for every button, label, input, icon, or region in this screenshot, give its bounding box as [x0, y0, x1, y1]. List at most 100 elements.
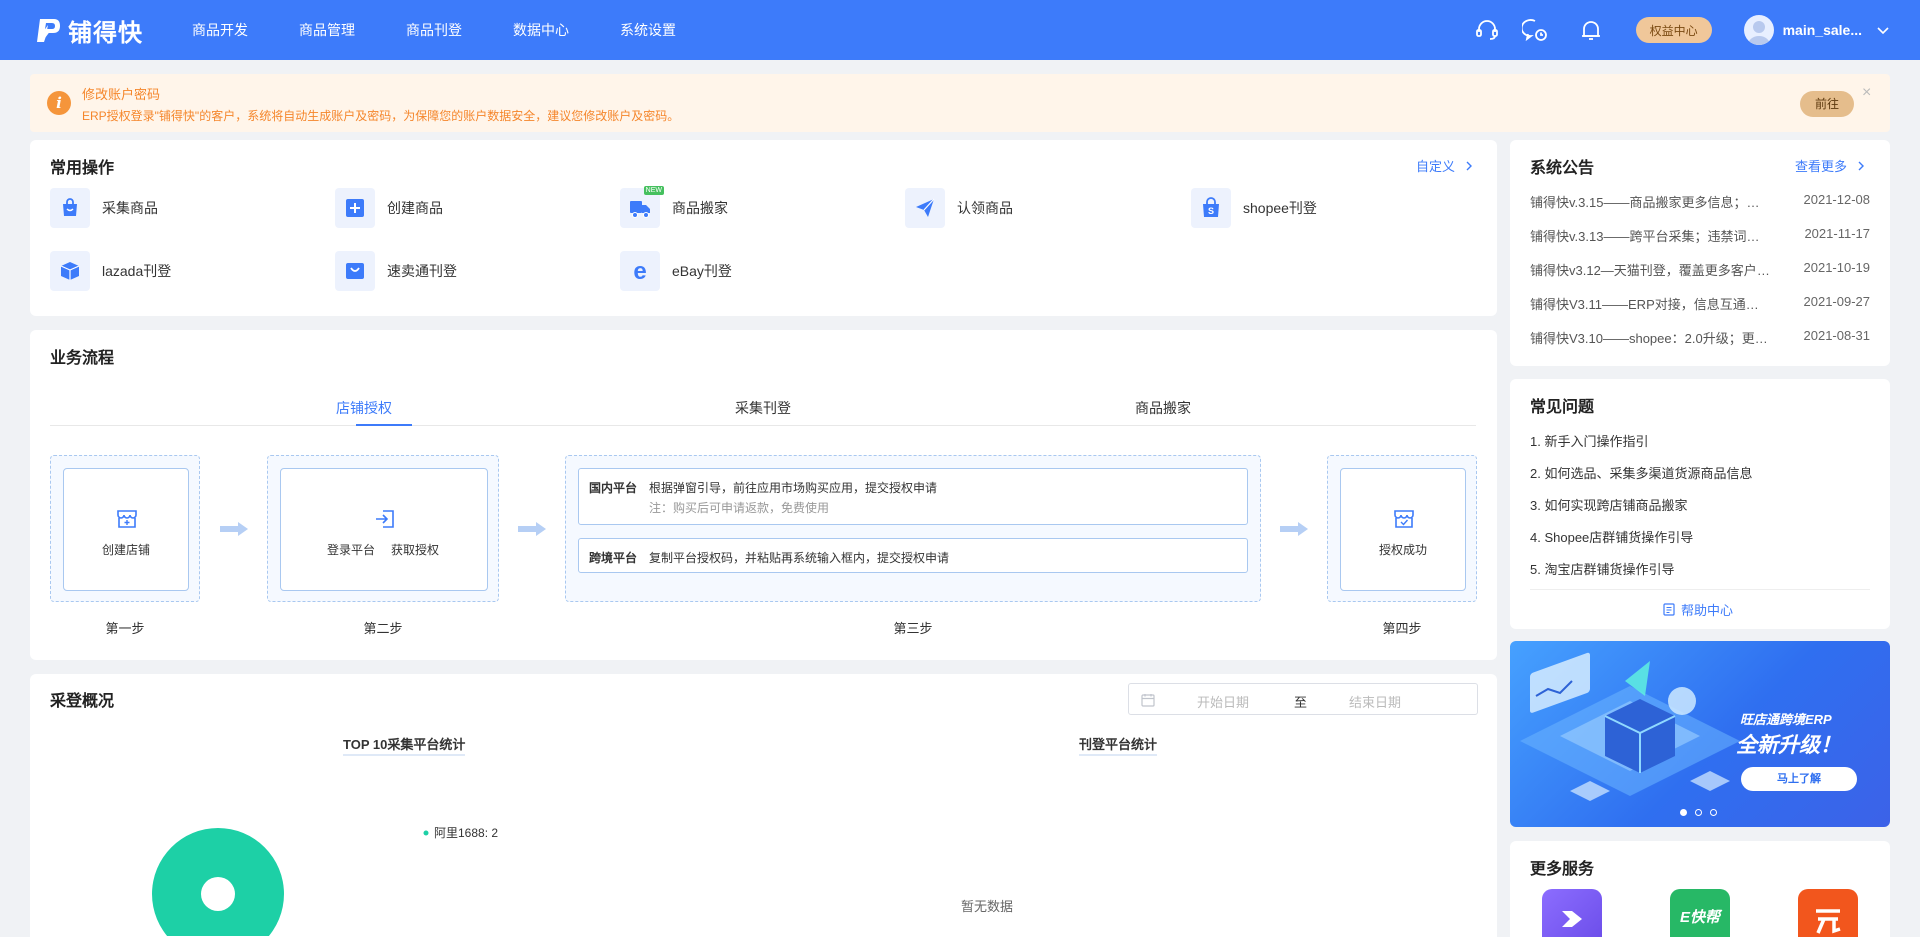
op-label: 商品搬家 — [672, 200, 728, 216]
headset-icon[interactable] — [1474, 17, 1500, 43]
announcement-text: 铺得快V3.11——ERP对接，信息互通更便捷 — [1530, 297, 1770, 312]
pie-slice[interactable] — [152, 828, 284, 936]
nav-item-product-listing[interactable]: 商品刊登 — [406, 20, 462, 40]
faq-card: 常见问题 1. 新手入门操作指引 2. 如何选品、采集多渠道货源商品信息 3. … — [1510, 379, 1890, 629]
business-flow-card: 业务流程 店铺授权 采集刊登 商品搬家 创建店铺 第一步 登录平台 获取授权 第… — [30, 330, 1497, 660]
header-actions: 权益中心 main_sale... — [1474, 0, 1920, 60]
ebay-icon: e — [620, 251, 660, 291]
faq-item[interactable]: 5. 淘宝店群铺货操作引导 — [1530, 559, 1674, 578]
step-4-box: 授权成功 — [1327, 455, 1477, 602]
announcement-date: 2021-12-08 — [1803, 192, 1871, 207]
end-date-input[interactable]: 结束日期 — [1349, 692, 1401, 711]
announcement-item[interactable]: 铺得快v.3.15——商品搬家更多信息；亚马逊新增采集 2021-12-08 — [1530, 192, 1870, 211]
main-nav: 商品开发 商品管理 商品刊登 数据中心 系统设置 — [192, 20, 727, 40]
faq-item[interactable]: 3. 如何实现跨店铺商品搬家 — [1530, 495, 1687, 514]
op-label: 认领商品 — [957, 200, 1013, 216]
store-icon — [117, 510, 137, 528]
arrow-right-icon — [1280, 522, 1308, 536]
promo-banner[interactable]: 旺店通跨境ERP 全新升级！ 马上了解 — [1510, 641, 1890, 827]
username[interactable]: main_sale... — [1783, 22, 1862, 38]
faq-item[interactable]: 2. 如何选品、采集多渠道货源商品信息 — [1530, 463, 1752, 482]
flow-tabs: 店铺授权 采集刊登 商品搬家 — [50, 386, 1476, 426]
service-3-icon[interactable] — [1798, 889, 1858, 937]
legend-marker — [423, 830, 429, 836]
calendar-icon — [1141, 694, 1155, 707]
announcement-text: 铺得快v.3.15——商品搬家更多信息；亚马逊新增采集 — [1530, 195, 1770, 210]
step-1-box: 创建店铺 — [50, 455, 200, 602]
step-2-text-auth: 获取授权 — [391, 543, 440, 557]
op-collect-product[interactable]: 采集商品 — [50, 188, 158, 228]
op-lazada-listing[interactable]: lazada刊登 — [50, 251, 171, 291]
cross-platform-desc: 复制平台授权码，并粘贴再系统输入框内，提交授权申请 — [649, 551, 950, 565]
announcement-item[interactable]: 铺得快V3.10——shopee：2.0升级；更多功能 2021-08-31 — [1530, 328, 1870, 347]
nav-item-data-center[interactable]: 数据中心 — [513, 20, 569, 40]
domestic-platform-row[interactable]: 国内平台 根据弹窗引导，前往应用市场购买应用，提交授权申请 注：购买后可申请返款… — [578, 468, 1248, 525]
faq-title: 常见问题 — [1530, 399, 1595, 416]
op-ebay-listing[interactable]: e eBay刊登 — [620, 251, 732, 291]
nav-item-product-dev[interactable]: 商品开发 — [192, 20, 248, 40]
shopee-icon: S — [1191, 188, 1231, 228]
carousel-dot-3[interactable] — [1710, 809, 1717, 816]
nav-item-product-manage[interactable]: 商品管理 — [299, 20, 355, 40]
service-1-icon[interactable] — [1542, 889, 1602, 937]
brand-logo[interactable]: 铺得快 — [34, 13, 192, 48]
start-date-input[interactable]: 开始日期 — [1197, 692, 1249, 711]
step-4-inner[interactable]: 授权成功 — [1340, 468, 1466, 591]
announcements-card: 系统公告 查看更多 铺得快v.3.15——商品搬家更多信息；亚马逊新增采集 202… — [1510, 140, 1890, 366]
faq-item[interactable]: 4. Shopee店群铺货操作引导 — [1530, 527, 1693, 546]
op-move-product[interactable]: NEW 商品搬家 — [620, 186, 728, 228]
date-range-picker[interactable]: 开始日期 至 结束日期 — [1128, 683, 1478, 715]
tab-store-auth[interactable]: 店铺授权 — [336, 398, 392, 418]
notice-go-button[interactable]: 前往 — [1800, 91, 1854, 117]
chevron-down-icon[interactable] — [1876, 25, 1890, 35]
avatar[interactable] — [1743, 15, 1774, 45]
truck-icon: NEW — [620, 186, 664, 228]
announcement-item[interactable]: 铺得快V3.11——ERP对接，信息互通更便捷 2021-09-27 — [1530, 294, 1870, 313]
step-1-inner[interactable]: 创建店铺 — [63, 468, 189, 591]
faq-divider — [1530, 589, 1870, 590]
new-badge: NEW — [643, 186, 664, 195]
step-2-inner[interactable]: 登录平台 获取授权 — [280, 468, 488, 591]
customize-link[interactable]: 自定义 — [1416, 156, 1473, 175]
customize-label: 自定义 — [1416, 159, 1456, 174]
user-icon — [1747, 21, 1770, 45]
paper-plane-icon — [905, 188, 945, 228]
common-ops-card: 常用操作 自定义 采集商品 创建商品 NEW 商品搬家 认领商品 S shope… — [30, 140, 1497, 316]
op-create-product[interactable]: 创建商品 — [335, 188, 443, 228]
banner-learn-more-button[interactable]: 马上了解 — [1741, 767, 1857, 791]
legend-label[interactable]: 阿里1688: 2 — [434, 826, 498, 840]
arrow-right-icon — [220, 522, 248, 536]
tab-product-move[interactable]: 商品搬家 — [1135, 398, 1191, 418]
view-more-link[interactable]: 查看更多 — [1795, 156, 1865, 175]
business-flow-title: 业务流程 — [50, 350, 115, 367]
bell-icon[interactable] — [1578, 17, 1604, 43]
chat-icon[interactable] — [1521, 17, 1548, 43]
overview-card: 采登概况 开始日期 至 结束日期 TOP 10采集平台统计 刊登平台统计 阿里1… — [30, 674, 1497, 937]
chart1-title: TOP 10采集平台统计 — [343, 734, 466, 756]
view-more-label: 查看更多 — [1795, 159, 1848, 174]
chevron-right-icon — [1858, 161, 1864, 171]
cross-platform-name: 跨境平台 — [589, 551, 638, 565]
carousel-dot-1[interactable] — [1680, 809, 1687, 816]
op-shopee-listing[interactable]: S shopee刊登 — [1191, 188, 1317, 228]
op-aliexpress-listing[interactable]: 速卖通刊登 — [335, 251, 457, 291]
plus-square-icon — [335, 188, 375, 228]
cross-platform-row[interactable]: 跨境平台 复制平台授权码，并粘贴再系统输入框内，提交授权申请 — [578, 538, 1248, 573]
rights-center-button[interactable]: 权益中心 — [1635, 17, 1712, 43]
announcement-item[interactable]: 铺得快v.3.13——跨平台采集；违禁词检测 2021-11-17 — [1530, 226, 1870, 245]
op-claim-product[interactable]: 认领商品 — [905, 188, 1013, 228]
collect-platform-pie-chart: 阿里1688: 2 — [152, 826, 498, 936]
carousel-dot-2[interactable] — [1695, 809, 1702, 816]
domestic-platform-name: 国内平台 — [589, 481, 638, 495]
announcement-date: 2021-09-27 — [1803, 294, 1871, 309]
nav-item-system-settings[interactable]: 系统设置 — [620, 20, 676, 40]
faq-item[interactable]: 1. 新手入门操作指引 — [1530, 431, 1648, 450]
announcement-item[interactable]: 铺得快v3.12—天猫刊登，覆盖更多客户需求 2021-10-19 — [1530, 260, 1870, 279]
step-1-label: 第一步 — [105, 621, 145, 636]
announcements-title: 系统公告 — [1530, 160, 1595, 177]
help-center-link[interactable]: 帮助中心 — [1663, 600, 1733, 619]
service-2-icon[interactable]: E快帮 — [1670, 889, 1730, 937]
notice-desc: ERP授权登录"铺得快"的客户，系统将自动生成账户及密码，为保障您的账户数据安全… — [82, 109, 680, 123]
close-icon[interactable]: × — [1862, 84, 1871, 102]
tab-collect-listing[interactable]: 采集刊登 — [735, 398, 791, 418]
